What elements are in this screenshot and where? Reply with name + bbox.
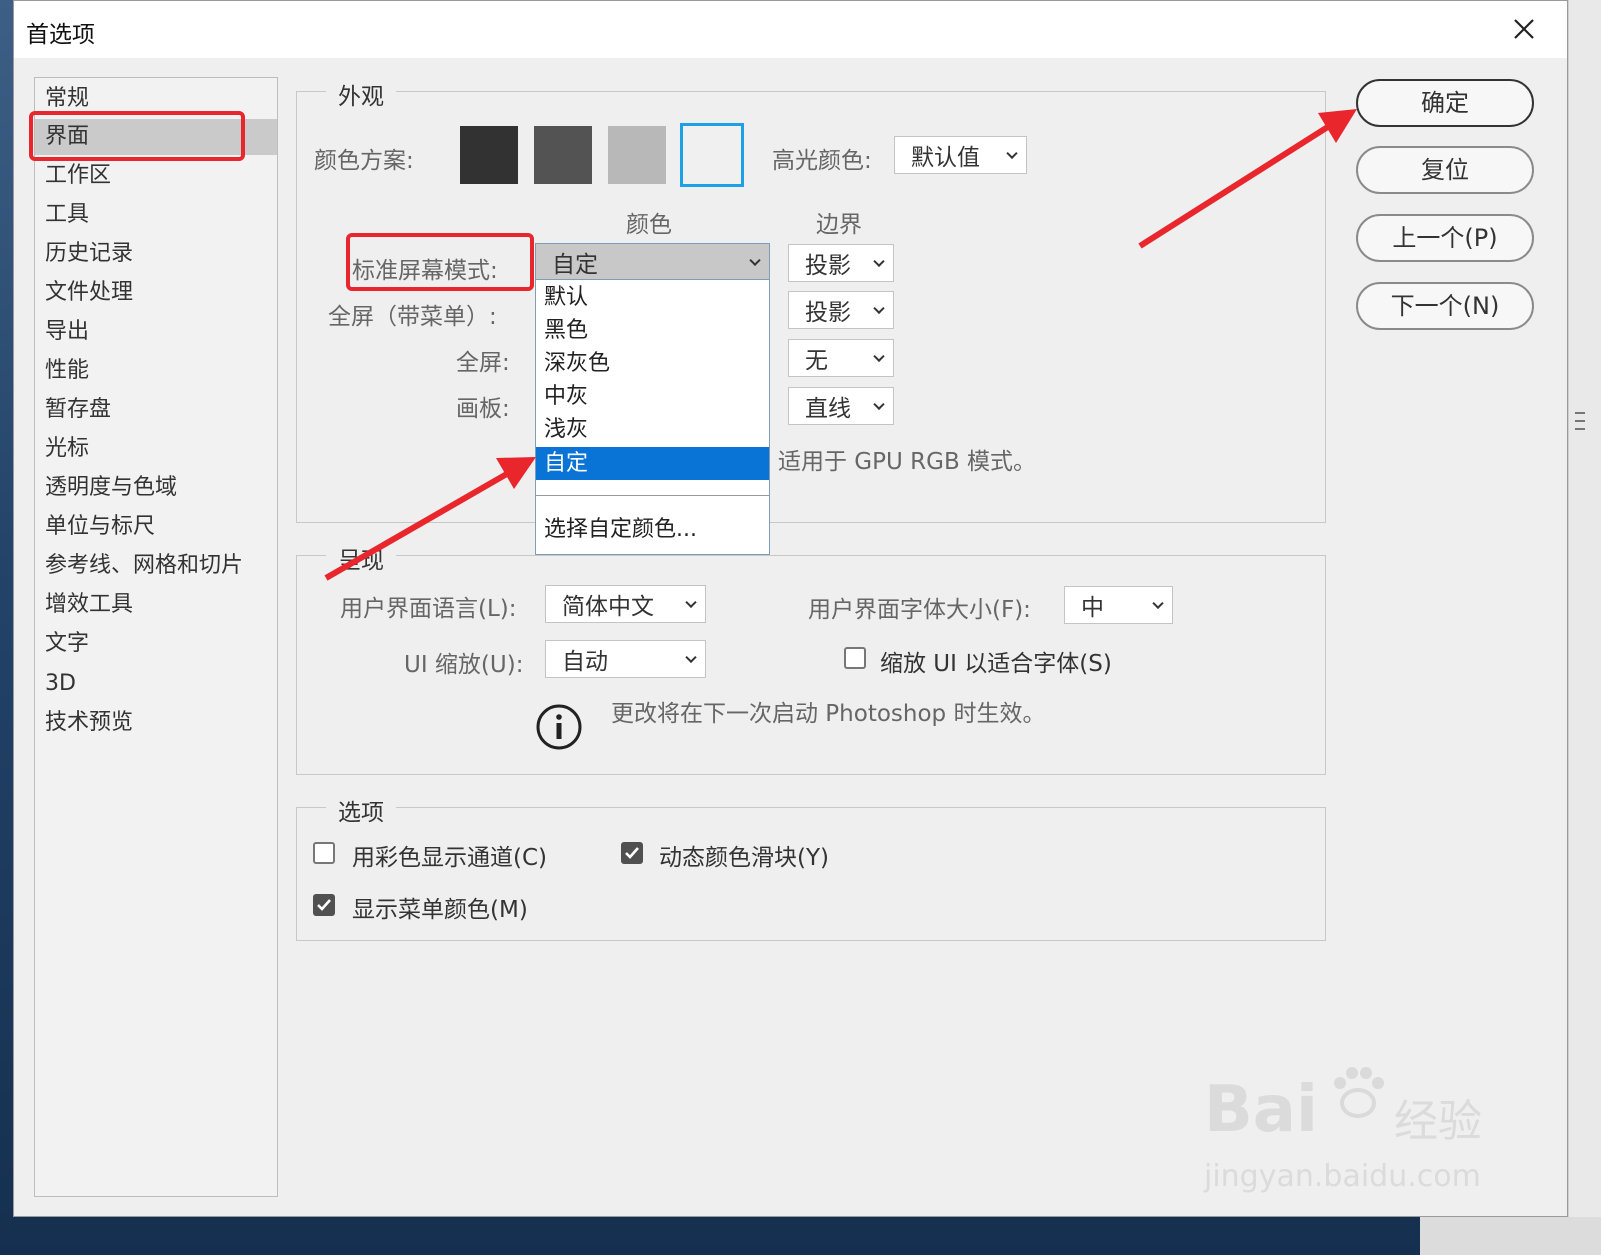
annotation-arrow-dropdown	[324, 457, 536, 581]
preferences-dialog: 首选项 常规 界面 工作区 工具 历史记录 文件处理 导出 性能 暂存盘 光标 …	[13, 0, 1568, 1217]
background-tick	[1575, 428, 1585, 430]
background-window	[1568, 0, 1601, 1255]
watermark-brand: Bai	[1204, 1073, 1318, 1147]
annotation-arrow-ok	[1138, 109, 1357, 249]
background-tick	[1575, 420, 1585, 422]
background-tick	[1575, 412, 1585, 414]
watermark-brand-suffix: 经验	[1394, 1096, 1482, 1147]
paw-icon	[1328, 1063, 1388, 1123]
annotation-arrows	[324, 109, 1357, 581]
background-strip	[1420, 1217, 1601, 1255]
watermark-url: jingyan.baidu.com	[1204, 1159, 1481, 1194]
